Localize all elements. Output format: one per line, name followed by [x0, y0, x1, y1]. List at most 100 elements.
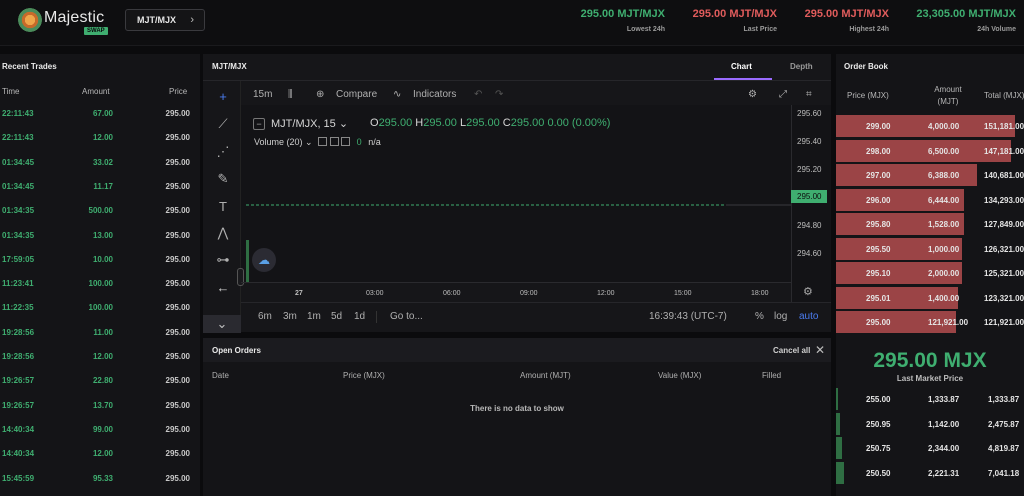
table-row[interactable]: 15:45:59 95.33 295.00	[0, 466, 200, 490]
indicators-button[interactable]: Indicators	[413, 89, 456, 100]
chevron-down-icon[interactable]: ⌄	[214, 316, 230, 332]
ask-row[interactable]: 295.01 1,400.00 123,321.00	[836, 286, 1024, 311]
ask-row[interactable]: 295.80 1,528.00 127,849.00	[836, 212, 1024, 237]
crosshair-icon[interactable]: +	[215, 89, 231, 105]
bid-depth-bar	[836, 388, 838, 410]
trade-amount: 13.00	[92, 230, 113, 240]
time-tick-label: 18:00	[751, 290, 769, 297]
bid-amount: 1,142.00	[928, 419, 960, 429]
trend-line-icon[interactable]: ⟋	[215, 116, 231, 132]
table-row[interactable]: 01:34:35 13.00 295.00	[0, 223, 200, 247]
symbol-chevron-icon[interactable]: ⌄	[339, 118, 348, 130]
bid-row[interactable]: 250.95 1,142.00 2,475.87	[836, 412, 1024, 437]
close-icon[interactable]: ✕	[815, 343, 825, 357]
volume-eye-icon[interactable]	[318, 137, 328, 146]
range-button-1d[interactable]: 1d	[354, 311, 365, 322]
range-button-3m[interactable]: 3m	[283, 311, 297, 322]
pattern-icon[interactable]: ⋀	[215, 225, 231, 241]
fullscreen-icon[interactable]: ⤢	[779, 89, 787, 100]
volume-chevron-icon[interactable]: ⌄	[305, 137, 313, 147]
text-tool-icon[interactable]: T	[215, 199, 231, 215]
range-button-1m[interactable]: 1m	[307, 311, 321, 322]
compare-plus-icon[interactable]: ⊕	[316, 89, 324, 100]
ask-row[interactable]: 297.00 6,388.00 140,681.00	[836, 163, 1024, 188]
col-filled: Filled	[762, 371, 782, 380]
table-row[interactable]: 19:28:56 12.00 295.00	[0, 344, 200, 368]
table-row[interactable]: 22:11:43 67.00 295.00	[0, 101, 200, 125]
goto-date-button[interactable]: Go to...	[390, 311, 423, 322]
open-orders-title: Open Orders	[212, 346, 261, 355]
open-orders-header	[203, 338, 831, 362]
table-row[interactable]: 19:26:57 13.70 295.00	[0, 393, 200, 417]
settings-gear-icon[interactable]: ⚙	[748, 89, 757, 100]
col-date: Date	[212, 371, 229, 380]
redo-icon[interactable]: ↷	[495, 89, 503, 100]
tradingview-logo-icon[interactable]: ☁	[252, 248, 276, 272]
ask-total: 125,321.00	[984, 269, 1024, 278]
measure-icon[interactable]: ⊶	[215, 252, 231, 268]
tab-depth[interactable]: Depth	[790, 62, 813, 71]
bid-row[interactable]: 255.00 1,333.87 1,333.87	[836, 387, 1024, 412]
stat-value: 295.00 MJT/MJX	[692, 8, 777, 20]
indicators-icon[interactable]: ∿	[393, 89, 401, 100]
compare-button[interactable]: Compare	[336, 89, 377, 100]
fib-retracement-icon[interactable]: ⋰	[215, 144, 231, 160]
trade-price: 295.00	[165, 424, 190, 434]
pair-selector-button[interactable]: MJT/MJX ›	[125, 9, 205, 31]
brand-name[interactable]: Majestic	[44, 9, 104, 27]
trade-amount: 67.00	[92, 109, 113, 118]
volume-close-icon[interactable]	[341, 137, 351, 146]
table-row[interactable]: 01:34:45 33.02 295.00	[0, 150, 200, 174]
trade-price: 295.00	[165, 157, 190, 167]
ask-row[interactable]: 299.00 4,000.00 151,181.00	[836, 114, 1024, 139]
bid-row[interactable]: 250.50 2,221.31 7,041.18	[836, 461, 1024, 486]
brush-icon[interactable]: ✎	[215, 171, 231, 187]
change-value: 0.00 (0.00%)	[547, 117, 611, 129]
stat-label: Highest 24h	[849, 26, 889, 33]
auto-scale-toggle[interactable]: auto	[799, 311, 818, 322]
tab-chart[interactable]: Chart	[731, 62, 752, 71]
camera-icon[interactable]: ⌗	[806, 89, 812, 100]
current-price-tag-label: 295.00	[797, 192, 822, 201]
table-row[interactable]: 19:26:57 22.80 295.00	[0, 368, 200, 392]
bid-amount: 1,333.87	[928, 395, 960, 404]
back-arrow-icon[interactable]: ←	[215, 280, 231, 296]
bid-row[interactable]: 250.75 2,344.00 4,819.87	[836, 436, 1024, 461]
trade-time: 01:34:35	[2, 230, 35, 240]
table-row[interactable]: 11:23:41 100.00 295.00	[0, 271, 200, 295]
ask-row[interactable]: 295.50 1,000.00 126,321.00	[836, 237, 1024, 262]
ask-row[interactable]: 296.00 6,444.00 134,293.00	[836, 188, 1024, 213]
range-button-6m[interactable]: 6m	[258, 311, 272, 322]
candle-type-icon[interactable]: ⫼	[288, 89, 293, 100]
undo-icon[interactable]: ↶	[474, 89, 482, 100]
table-row[interactable]: 22:11:43 12.00 295.00	[0, 125, 200, 149]
collapse-legend-icon[interactable]: −	[253, 118, 265, 130]
bid-price: 250.75	[866, 444, 891, 453]
table-row[interactable]: 14:40:34 12.00 295.00	[0, 441, 200, 465]
interval-selector[interactable]: 15m	[253, 89, 272, 100]
table-row[interactable]: 01:34:45 11.17 295.00	[0, 174, 200, 198]
table-row[interactable]: 14:40:34 99.00 295.00	[0, 417, 200, 441]
ask-row[interactable]: 295.00 121,921.00 121,921.00	[836, 310, 1024, 335]
table-row[interactable]: 01:34:35 500.00 295.00	[0, 198, 200, 222]
table-row[interactable]: 19:28:56 11.00 295.00	[0, 320, 200, 344]
cancel-all-button[interactable]: Cancel all	[773, 346, 810, 355]
trade-time: 14:40:34	[2, 424, 35, 434]
trade-amount: 11.00	[93, 327, 113, 337]
table-row[interactable]: 17:59:05 10.00 295.00	[0, 247, 200, 271]
volume-settings-icon[interactable]	[329, 137, 339, 146]
log-scale-toggle[interactable]: log	[774, 311, 787, 322]
percent-scale-toggle[interactable]: %	[755, 311, 764, 322]
ask-row[interactable]: 298.00 6,500.00 147,181.00	[836, 139, 1024, 164]
ask-price: 295.10	[866, 269, 891, 278]
range-button-5d[interactable]: 5d	[331, 311, 342, 322]
table-row[interactable]: 11:22:35 100.00 295.00	[0, 295, 200, 319]
trade-amount: 22.80	[92, 376, 113, 386]
trade-amount: 33.02	[92, 157, 113, 167]
time-axis[interactable]	[241, 282, 791, 302]
majestic-logo-icon[interactable]	[18, 8, 42, 32]
ask-row[interactable]: 295.10 2,000.00 125,321.00	[836, 261, 1024, 286]
axis-settings-gear-icon[interactable]: ⚙	[803, 285, 813, 298]
price-axis[interactable]	[791, 105, 831, 302]
chart-clock[interactable]: 16:39:43 (UTC-7)	[649, 311, 727, 322]
